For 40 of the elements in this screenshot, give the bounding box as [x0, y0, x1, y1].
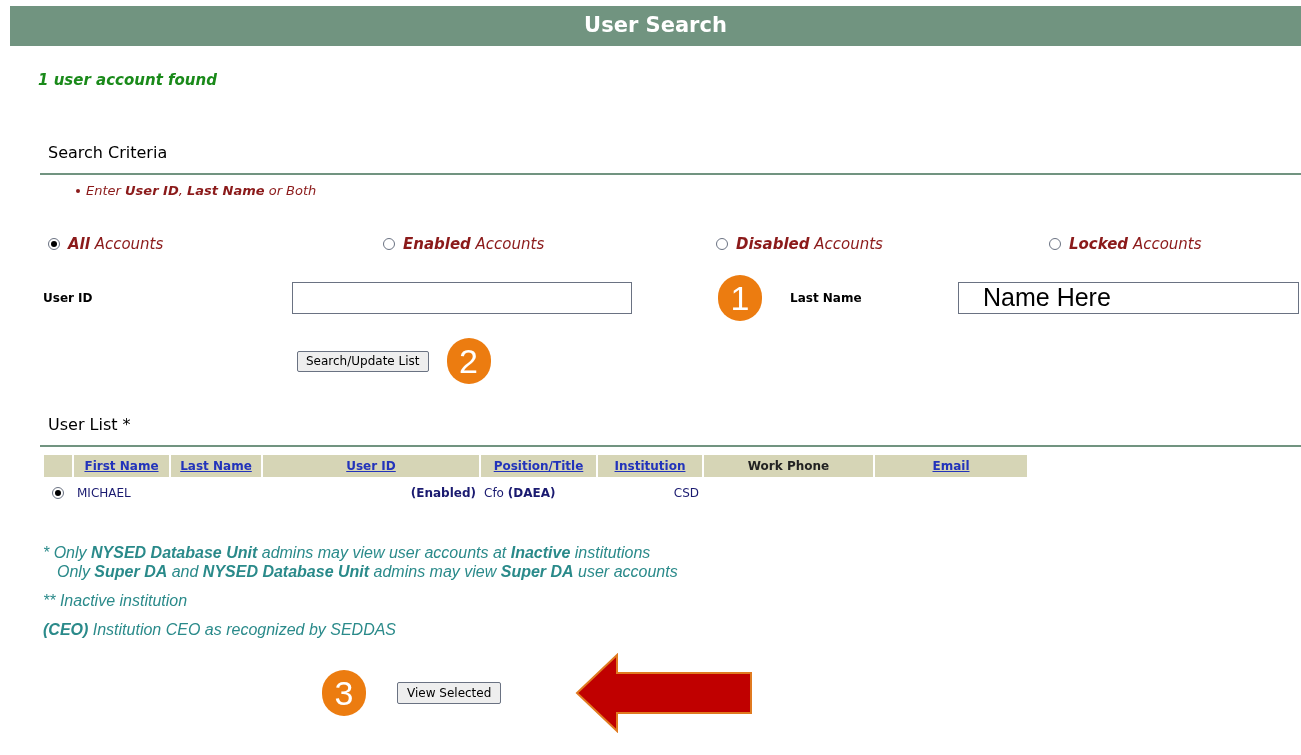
column-header[interactable]: User ID — [263, 454, 479, 477]
account-filter-radio[interactable]: Locked Accounts — [1049, 232, 1202, 255]
footnote-text: ** Inactive institution — [43, 591, 188, 609]
field-label: User ID — [43, 289, 94, 307]
result-message: 1 user account found — [38, 71, 217, 89]
number-badge: 3 — [322, 669, 366, 716]
column-header[interactable]: Institution — [598, 454, 702, 477]
table-cell: (Enabled) — [410, 485, 476, 500]
page-header: User Search — [10, 6, 1301, 46]
hint-text: Enter User ID, Last Name or Both — [86, 182, 317, 200]
table-cell: CSD — [673, 485, 699, 500]
radio-icon[interactable] — [383, 237, 395, 250]
last-name-field[interactable]: Name Here — [958, 281, 1299, 314]
account-filter-radio[interactable]: Enabled Accounts — [383, 232, 545, 255]
section-heading: Search Criteria — [48, 143, 168, 162]
field-label: Last Name — [790, 289, 863, 307]
column-header[interactable]: Last Name — [171, 454, 261, 477]
column-header[interactable]: Position/Title — [481, 454, 596, 477]
radio-icon[interactable] — [716, 237, 728, 250]
number-badge: 2 — [446, 338, 491, 384]
footnote-text: Only Super DA and NYSED Database Unit admins may view Super DA user accounts — [57, 562, 678, 580]
table-header-cell — [44, 454, 72, 477]
view-selected-button[interactable]: View Selected — [397, 681, 502, 704]
account-filter-radio[interactable]: Disabled Accounts — [716, 232, 883, 255]
column-header: Work Phone — [704, 454, 873, 477]
section-heading: User List * — [48, 414, 131, 434]
bullet-icon — [76, 188, 80, 193]
column-header[interactable]: First Name — [74, 454, 169, 477]
footnote-text: (CEO) Institution CEO as recognized by SEDDAS — [43, 620, 397, 638]
table-cell: Cfo (DAEA) — [484, 485, 556, 500]
account-filter-radio[interactable]: All Accounts — [48, 232, 164, 255]
search-button[interactable]: Search/Update List — [297, 350, 429, 372]
radio-icon[interactable] — [1049, 237, 1061, 250]
column-header[interactable]: Email — [875, 454, 1027, 477]
table-cell: MICHAEL — [77, 485, 131, 500]
radio-icon[interactable] — [48, 237, 60, 250]
footnote-text: * Only NYSED Database Unit admins may view user accounts at Inactive institutions — [43, 543, 651, 561]
user-id-field[interactable] — [292, 281, 632, 314]
arrow-icon — [575, 652, 754, 733]
number-badge: 1 — [718, 274, 762, 321]
